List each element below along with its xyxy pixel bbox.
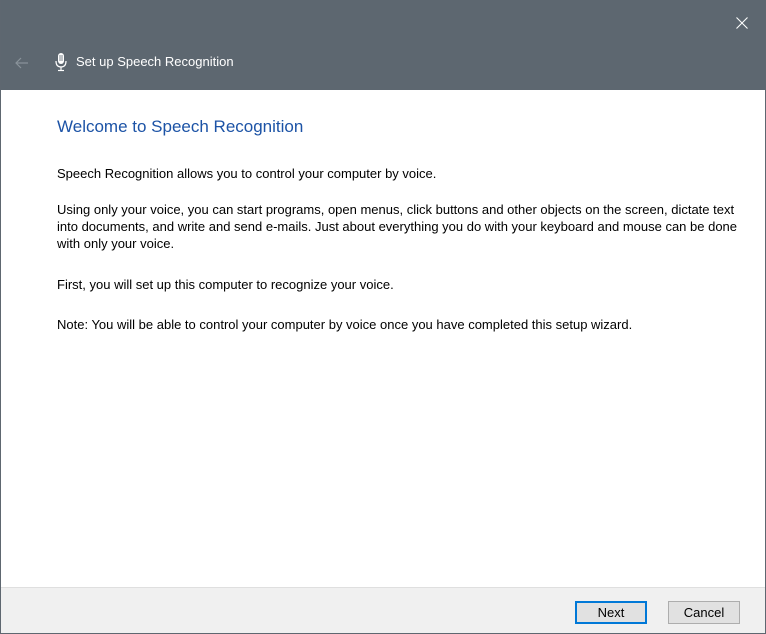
setup-wizard-window: Set up Speech Recognition Welcome to Spe… — [0, 0, 766, 634]
window-title: Set up Speech Recognition — [76, 54, 234, 69]
wizard-footer: Next Cancel — [1, 587, 765, 633]
wizard-content: Welcome to Speech Recognition Speech Rec… — [1, 90, 765, 587]
cancel-button[interactable]: Cancel — [668, 601, 740, 624]
close-button[interactable] — [719, 0, 765, 46]
back-arrow-icon — [15, 57, 28, 69]
intro-paragraph: Speech Recognition allows you to control… — [57, 166, 437, 181]
close-icon — [736, 17, 748, 29]
page-heading: Welcome to Speech Recognition — [57, 117, 304, 136]
next-button[interactable]: Next — [575, 601, 647, 624]
note-paragraph: Note: You will be able to control your c… — [57, 317, 633, 332]
first-step-paragraph: First, you will set up this computer to … — [57, 277, 394, 292]
title-bar: Set up Speech Recognition — [1, 0, 765, 90]
description-paragraph: Using only your voice, you can start pro… — [57, 202, 738, 251]
back-button[interactable] — [9, 50, 35, 76]
microphone-icon — [55, 53, 67, 72]
